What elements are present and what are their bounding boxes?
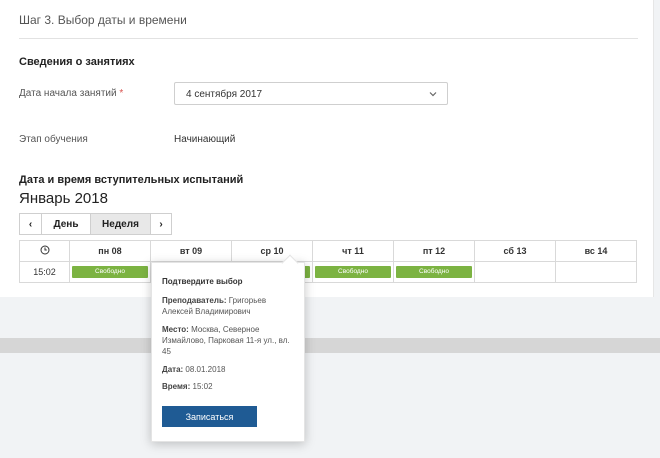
start-date-label-text: Дата начала занятий [19,88,117,99]
cell-sat [474,261,556,283]
page-band [0,338,660,353]
popup-place: Место: Москва, Северное Измайлово, Парко… [162,324,298,357]
popup-time-value: 15:02 [192,382,213,391]
confirm-popup: Подтвердите выбор Преподаватель: Григорь… [151,254,305,442]
section-title-exam: Дата и время вступительных испытаний [19,174,244,186]
step-title: Шаг 3. Выбор даты и времени [19,13,187,27]
popup-teacher: Преподаватель: Григорьев Алексей Владими… [162,295,298,317]
calendar-row-1502: 15:02 Свободно Свободно Свободно Свободн… [19,261,637,283]
required-mark: * [119,88,124,99]
chevron-left-icon: ‹ [28,218,33,230]
calendar-table: пн 08 вт 09 ср 10 чт 11 пт 12 сб 13 вс 1… [19,240,637,283]
chevron-down-icon [429,92,437,97]
popup-date-label: Дата: [162,365,184,374]
clock-icon [40,245,49,255]
popup-time-label: Время: [162,382,191,391]
popup-time: Время: 15:02 [162,381,298,392]
form-card: Шаг 3. Выбор даты и времени Сведения о з… [0,0,654,297]
divider [19,38,638,39]
day-header-thu: чт 11 [312,240,394,262]
chevron-right-icon: › [159,218,163,230]
time-cell: 15:02 [19,261,70,283]
time-column-header [19,240,70,262]
week-view-button[interactable]: Неделя [90,213,151,235]
popup-title: Подтвердите выбор [162,277,243,286]
cell-thu: Свободно [312,261,394,283]
enroll-button[interactable]: Записаться [162,406,257,427]
slot-free-mon[interactable]: Свободно [72,266,148,278]
section-title-info: Сведения о занятиях [19,56,135,68]
day-header-wed: ср 10 [231,240,313,262]
day-header-fri: пт 12 [393,240,475,262]
day-header-sat: сб 13 [474,240,556,262]
stage-label: Этап обучения [19,134,88,145]
next-week-button[interactable]: › [150,213,172,235]
month-title: Январь 2018 [19,190,108,207]
popup-place-label: Место: [162,325,189,334]
day-view-button[interactable]: День [41,213,91,235]
day-header-mon: пн 08 [69,240,151,262]
popup-date: Дата: 08.01.2018 [162,364,298,375]
popup-date-value: 08.01.2018 [185,365,226,374]
cell-mon: Свободно [69,261,151,283]
cell-fri: Свободно [393,261,475,283]
prev-week-button[interactable]: ‹ [19,213,42,235]
day-header-sun: вс 14 [555,240,637,262]
popup-teacher-label: Преподаватель: [162,296,227,305]
calendar-header-row: пн 08 вт 09 ср 10 чт 11 пт 12 сб 13 вс 1… [19,240,637,262]
start-date-label: Дата начала занятий * [19,88,123,99]
slot-free-thu[interactable]: Свободно [315,266,391,278]
slot-free-fri[interactable]: Свободно [396,266,472,278]
start-date-select[interactable]: 4 сентября 2017 [174,82,448,105]
day-header-tue: вт 09 [150,240,232,262]
cell-sun [555,261,637,283]
start-date-value: 4 сентября 2017 [186,89,263,100]
stage-value: Начинающий [174,134,236,145]
